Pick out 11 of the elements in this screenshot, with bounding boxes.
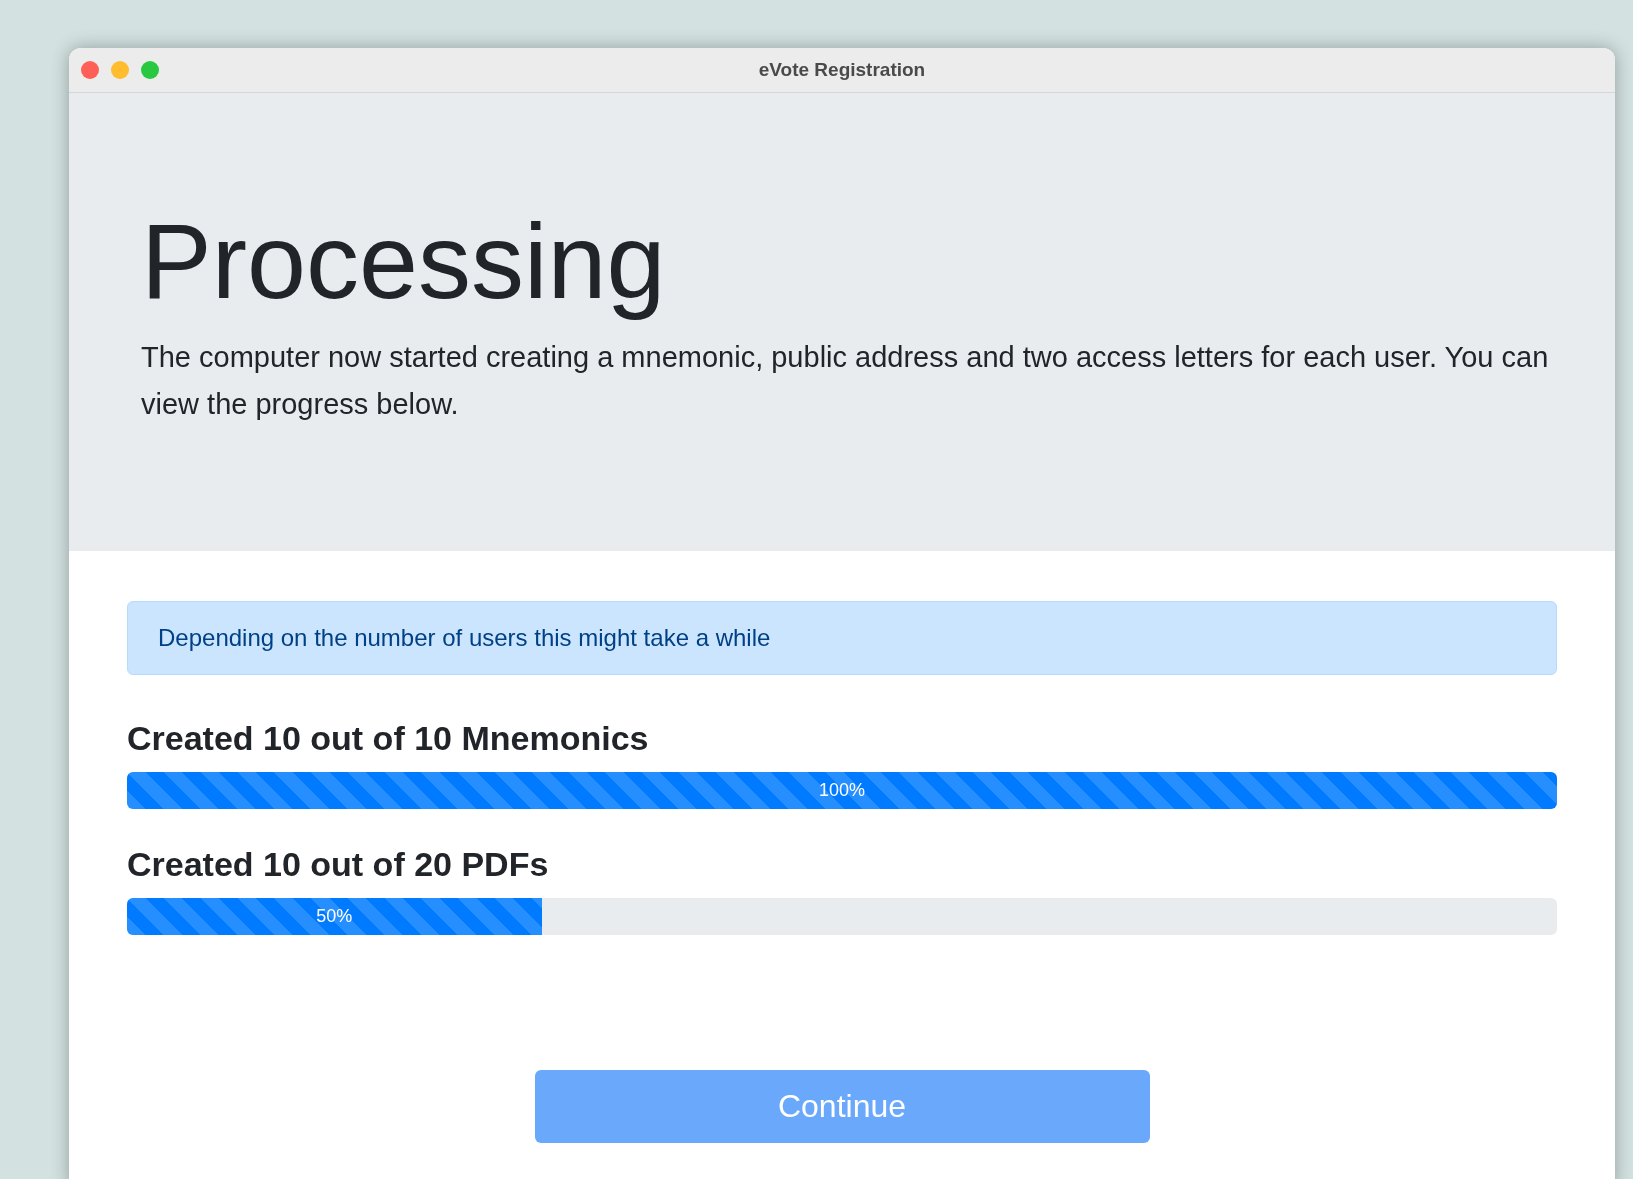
info-alert: Depending on the number of users this might take a while [127, 601, 1557, 675]
progress-reading: 50% [316, 906, 353, 927]
progress-label: Created 10 out of 20 PDFs [127, 845, 550, 884]
window-title: eVote Registration [758, 59, 926, 81]
intro-text: The computer now started creating a mnemonic, public address and two access letters for each user. You can view the progress below. [141, 339, 1550, 423]
progress-reading: 100% [818, 780, 865, 801]
minimize-button[interactable] [111, 61, 129, 79]
close-button[interactable] [81, 61, 99, 79]
zoom-button[interactable] [141, 61, 159, 79]
page-heading: Processing [141, 203, 667, 320]
progress-label: Created 10 out of 10 Mnemonics [127, 719, 650, 758]
